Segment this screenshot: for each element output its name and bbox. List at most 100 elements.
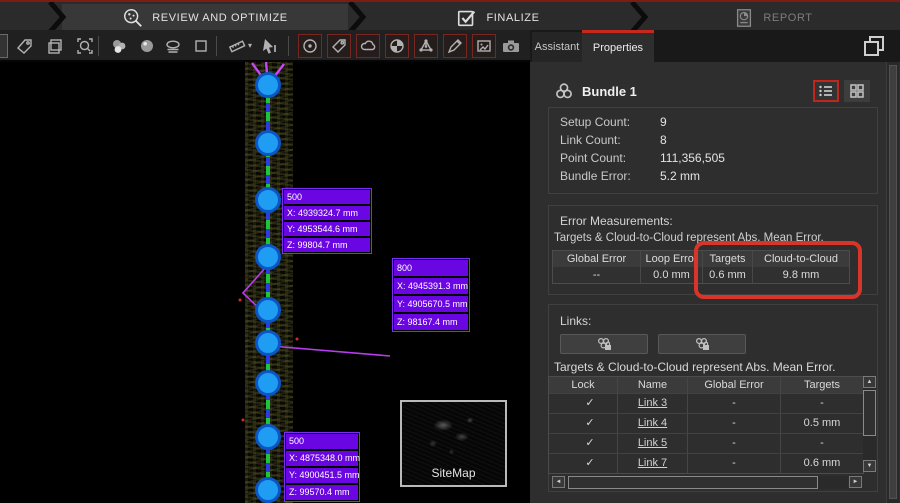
property-value: 8 — [660, 133, 667, 147]
unlock-links-button[interactable] — [658, 334, 746, 354]
scan-y: Y: 4953544.6 mm — [284, 222, 370, 236]
link-name[interactable]: Link 3 — [638, 397, 667, 409]
vertical-scroll-thumb[interactable] — [863, 390, 876, 436]
bundle-icon — [554, 81, 574, 104]
workflow-step-label: REVIEW AND OPTIMIZE — [152, 12, 287, 24]
link-global-error: - — [688, 434, 781, 453]
show-network-toggle[interactable] — [414, 34, 438, 58]
show-images-toggle[interactable] — [472, 34, 496, 58]
sitemap-minimap[interactable]: SiteMap — [400, 400, 507, 487]
property-value: 9 — [660, 115, 667, 129]
show-links-toggle[interactable] — [443, 34, 467, 58]
bundle-title: Bundle 1 — [582, 84, 637, 99]
tab-properties[interactable]: Properties — [582, 30, 654, 62]
scan-position-marker[interactable] — [255, 130, 281, 156]
finalize-checkbox-icon — [456, 7, 478, 29]
clipping-box-button[interactable] — [190, 35, 212, 57]
toolbar-divider — [216, 36, 217, 56]
link-name[interactable]: Link 4 — [638, 417, 667, 429]
annotate-tag-tool-button[interactable] — [14, 35, 36, 57]
lock-links-button[interactable] — [560, 334, 648, 354]
panel-scroll-thumb[interactable] — [889, 65, 897, 499]
scan-viewport[interactable]: 500 X: 4939324.7 mm Y: 4953544.6 mm Z: 9… — [0, 62, 530, 503]
view-toolbar: ▾ — [0, 30, 530, 62]
properties-panel: Bundle 1 Setup Count: 9 Link Count: 8 Po… — [530, 62, 900, 503]
scan-x: X: 4939324.7 mm — [284, 206, 370, 220]
scan-position-marker[interactable] — [255, 424, 281, 450]
link-targets-error: 0.5 mm — [781, 414, 863, 433]
tab-assistant[interactable]: Assistant — [532, 32, 582, 62]
links-col-header[interactable]: Global Error — [688, 377, 781, 393]
link-row[interactable]: ✓ Link 3 - - — [549, 393, 863, 413]
scroll-down-button[interactable]: ▼ — [863, 460, 876, 472]
scan-position-marker[interactable] — [255, 330, 281, 356]
links-col-header[interactable]: Targets — [781, 377, 863, 393]
undock-panel-icon[interactable] — [862, 34, 886, 58]
scan-y: Y: 4900451.5 mm — [286, 468, 358, 483]
red-highlight-annotation — [694, 241, 862, 299]
scan-z: Z: 98167.4 mm — [394, 314, 468, 330]
link-row[interactable]: ✓ Link 4 - 0.5 mm — [549, 413, 863, 433]
lock-checkmark[interactable]: ✓ — [549, 394, 618, 413]
scan-position-marker[interactable] — [255, 72, 281, 98]
lock-checkmark[interactable]: ✓ — [549, 414, 618, 433]
measure-ruler-button[interactable]: ▾ — [226, 35, 248, 57]
property-label: Point Count: — [560, 151, 626, 165]
workflow-step-report[interactable]: REPORT — [646, 4, 900, 32]
show-point-clouds-toggle[interactable] — [356, 34, 380, 58]
links-col-header[interactable]: Name — [618, 377, 688, 393]
list-view-toggle-button[interactable] — [813, 80, 839, 102]
lock-checkmark[interactable]: ✓ — [549, 454, 618, 473]
scroll-right-button[interactable]: ► — [849, 476, 862, 488]
report-document-icon — [733, 7, 755, 29]
screenshot-camera-button[interactable] — [500, 35, 522, 57]
scan-points-cluster-button[interactable] — [108, 35, 130, 57]
workflow-step-finalize[interactable]: FINALIZE — [366, 4, 630, 32]
link-row[interactable]: ✓ Link 7 - 0.6 mm — [549, 453, 863, 473]
property-value: 5.2 mm — [660, 169, 700, 183]
sphere-object-button[interactable] — [136, 35, 158, 57]
scan-position-marker[interactable] — [255, 244, 281, 270]
workflow-bar: REVIEW AND OPTIMIZE FINALIZE REPORT — [0, 0, 900, 30]
pointer-select-button[interactable] — [258, 35, 280, 57]
scan-id: 500 — [284, 190, 370, 204]
point-cloud-layers-button[interactable] — [162, 35, 184, 57]
left-edge-partial-button[interactable] — [0, 34, 8, 58]
scan-position-marker[interactable] — [255, 477, 281, 503]
panel-scrollbar[interactable] — [886, 62, 899, 503]
scan-position-marker[interactable] — [255, 187, 281, 213]
scan-x: X: 4875348.0 mm — [286, 451, 358, 466]
workflow-step-label: FINALIZE — [486, 12, 539, 24]
lock-checkmark[interactable]: ✓ — [549, 434, 618, 453]
horizontal-scroll-thumb[interactable] — [568, 476, 818, 489]
show-labels-toggle[interactable] — [327, 34, 351, 58]
link-targets-error: - — [781, 394, 863, 413]
show-spheres-toggle[interactable] — [385, 34, 409, 58]
global-error-value: -- — [553, 267, 641, 283]
link-name[interactable]: Link 7 — [638, 457, 667, 469]
property-label: Link Count: — [560, 133, 621, 147]
zoom-selection-button[interactable] — [74, 35, 96, 57]
workflow-step-review-and-optimize[interactable]: REVIEW AND OPTIMIZE — [62, 4, 348, 32]
link-global-error: - — [688, 454, 781, 473]
workflow-chevron-divider — [48, 2, 66, 32]
link-name[interactable]: Link 5 — [638, 437, 667, 449]
property-label: Bundle Error: — [560, 169, 631, 183]
layout-views-button[interactable] — [44, 35, 66, 57]
workflow-chevron-divider — [348, 2, 366, 32]
show-targets-toggle[interactable] — [298, 34, 322, 58]
grid-view-toggle-button[interactable] — [844, 80, 870, 102]
toolbar-divider — [98, 36, 99, 56]
link-global-error: - — [688, 394, 781, 413]
scan-position-marker[interactable] — [255, 370, 281, 396]
scan-z: Z: 99804.7 mm — [284, 238, 370, 252]
scroll-left-button[interactable]: ◄ — [552, 476, 565, 488]
measure-dropdown-caret-icon[interactable]: ▾ — [248, 41, 252, 50]
links-col-header[interactable]: Lock — [549, 377, 618, 393]
scan-position-marker[interactable] — [255, 297, 281, 323]
links-note: Targets & Cloud-to-Cloud represent Abs. … — [554, 360, 835, 374]
link-row[interactable]: ✓ Link 5 - - — [549, 433, 863, 453]
scroll-up-button[interactable]: ▲ — [863, 376, 876, 388]
scan-coordinate-label: 500 X: 4939324.7 mm Y: 4953544.6 mm Z: 9… — [282, 188, 372, 254]
toolbar-divider — [288, 36, 289, 56]
